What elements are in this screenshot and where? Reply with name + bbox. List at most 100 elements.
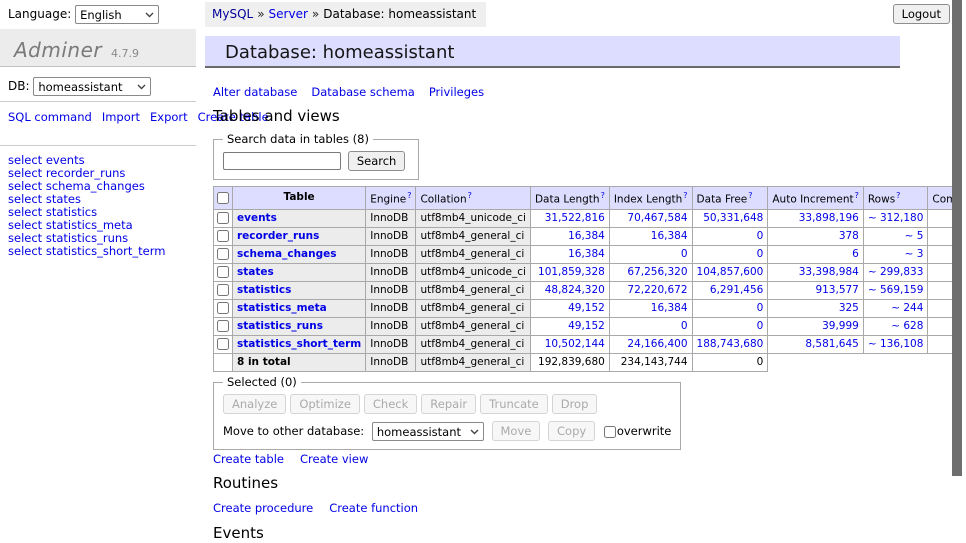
index-length-link[interactable]: 70,467,584 (627, 212, 687, 224)
data-length-link[interactable]: 16,384 (568, 248, 605, 260)
rows-link[interactable]: ~ 628 (891, 320, 923, 332)
data-free-link[interactable]: 50,331,648 (703, 212, 763, 224)
sidebar-action-export[interactable]: Export (150, 110, 188, 124)
rows-link[interactable]: ~ 569,159 (868, 284, 924, 296)
sidebar-select-statistics-short-term[interactable]: select statistics_short_term (8, 245, 165, 258)
auto-increment-link[interactable]: 325 (839, 302, 859, 314)
column-header-engine: Engine? (366, 187, 416, 210)
help-link[interactable]: ? (896, 191, 900, 200)
auto-increment-link[interactable]: 913,577 (815, 284, 858, 296)
nav-alter-database[interactable]: Alter database (213, 85, 297, 99)
overwrite-label: overwrite (617, 424, 672, 438)
data-free-link[interactable]: 6,291,456 (710, 284, 763, 296)
help-link[interactable]: ? (748, 191, 752, 200)
row-checkbox[interactable] (217, 302, 229, 314)
routine-create-procedure[interactable]: Create procedure (213, 501, 313, 515)
data-free-link[interactable]: 0 (757, 320, 764, 332)
scrollbar-thumb[interactable] (952, 0, 962, 476)
index-length-link[interactable]: 24,166,400 (627, 338, 687, 350)
truncate-button[interactable]: Truncate (480, 394, 548, 414)
table-name-link[interactable]: states (237, 266, 274, 278)
index-length-link[interactable]: 67,256,320 (627, 266, 687, 278)
index-length-link[interactable]: 72,220,672 (627, 284, 687, 296)
table-name-link[interactable]: statistics_runs (237, 320, 323, 332)
row-checkbox[interactable] (217, 266, 229, 278)
auto-increment-link[interactable]: 33,898,196 (799, 212, 859, 224)
data-length-link[interactable]: 49,152 (568, 320, 605, 332)
index-length-link[interactable]: 0 (681, 248, 688, 260)
row-checkbox[interactable] (217, 338, 229, 350)
repair-button[interactable]: Repair (421, 394, 476, 414)
auto-increment-link[interactable]: 6 (852, 248, 859, 260)
table-name-link[interactable]: schema_changes (237, 248, 337, 260)
sidebar-action-sql-command[interactable]: SQL command (8, 110, 92, 124)
table-name-link[interactable]: statistics (237, 284, 291, 296)
table-name-link[interactable]: statistics_meta (237, 302, 327, 314)
select-all-checkbox[interactable] (217, 192, 229, 204)
data-length-link[interactable]: 49,152 (568, 302, 605, 314)
help-link[interactable]: ? (468, 191, 472, 200)
data-length-link[interactable]: 16,384 (568, 230, 605, 242)
overwrite-checkbox[interactable] (604, 426, 616, 438)
rows-link[interactable]: ~ 312,180 (868, 212, 924, 224)
breadcrumb-link-mysql[interactable]: MySQL (212, 7, 253, 21)
column-header-auto-increment: Auto Increment? (768, 187, 864, 210)
app-version: 4.7.9 (111, 47, 139, 60)
help-link[interactable]: ? (407, 191, 411, 200)
row-checkbox[interactable] (217, 230, 229, 242)
data-free-link[interactable]: 188,743,680 (697, 338, 764, 350)
check-button[interactable]: Check (364, 394, 417, 414)
nav-database-schema[interactable]: Database schema (311, 85, 414, 99)
data-length-link[interactable]: 48,824,320 (545, 284, 605, 296)
data-free-link[interactable]: 104,857,600 (697, 266, 764, 278)
index-length-link[interactable]: 16,384 (651, 302, 688, 314)
footer-create-table[interactable]: Create table (213, 452, 284, 466)
nav-privileges[interactable]: Privileges (429, 85, 484, 99)
help-link[interactable]: ? (683, 191, 687, 200)
events-heading: Events (213, 524, 264, 542)
rows-link[interactable]: ~ 3 (905, 248, 924, 260)
rows-link[interactable]: ~ 299,833 (868, 266, 924, 278)
row-checkbox[interactable] (217, 212, 229, 224)
copy-button[interactable]: Copy (548, 421, 595, 441)
rows-link[interactable]: ~ 5 (905, 230, 924, 242)
table-name-link[interactable]: events (237, 212, 277, 224)
search-input[interactable] (223, 152, 341, 170)
data-free-link[interactable]: 0 (757, 302, 764, 314)
data-length-link[interactable]: 101,859,328 (538, 266, 605, 278)
logout-button[interactable]: Logout (893, 4, 950, 24)
rows-link[interactable]: ~ 136,108 (868, 338, 924, 350)
row-checkbox[interactable] (217, 248, 229, 260)
row-checkbox[interactable] (217, 320, 229, 332)
footer-create-view[interactable]: Create view (300, 452, 368, 466)
analyze-button[interactable]: Analyze (223, 394, 286, 414)
index-length-link[interactable]: 0 (681, 320, 688, 332)
data-length-link[interactable]: 31,522,816 (545, 212, 605, 224)
auto-increment-link[interactable]: 33,398,984 (799, 266, 859, 278)
data-length-link[interactable]: 10,502,144 (545, 338, 605, 350)
breadcrumb-link-server[interactable]: Server (269, 7, 308, 21)
auto-increment-link[interactable]: 8,581,645 (805, 338, 858, 350)
table-name-link[interactable]: statistics_short_term (237, 338, 361, 350)
optimize-button[interactable]: Optimize (290, 394, 360, 414)
rows-link[interactable]: ~ 244 (891, 302, 923, 314)
routine-create-function[interactable]: Create function (329, 501, 418, 515)
language-select[interactable]: English (75, 5, 159, 24)
data-free-link[interactable]: 0 (757, 230, 764, 242)
table-name-cell: events (233, 209, 366, 227)
row-checkbox[interactable] (217, 284, 229, 296)
drop-button[interactable]: Drop (552, 394, 598, 414)
move-button[interactable]: Move (492, 421, 541, 441)
index-length-link[interactable]: 16,384 (651, 230, 688, 242)
table-name-link[interactable]: recorder_runs (237, 230, 319, 242)
help-link[interactable]: ? (601, 191, 605, 200)
move-database-select[interactable]: homeassistant (372, 422, 484, 441)
search-button[interactable]: Search (348, 151, 406, 171)
auto-increment-link[interactable]: 39,999 (822, 320, 859, 332)
db-select[interactable]: homeassistant (33, 77, 151, 96)
auto-increment-link[interactable]: 378 (839, 230, 859, 242)
sidebar-action-import[interactable]: Import (102, 110, 140, 124)
data-free-link[interactable]: 0 (757, 248, 764, 260)
help-link[interactable]: ? (855, 191, 859, 200)
data-length-cell: 48,824,320 (530, 281, 609, 299)
